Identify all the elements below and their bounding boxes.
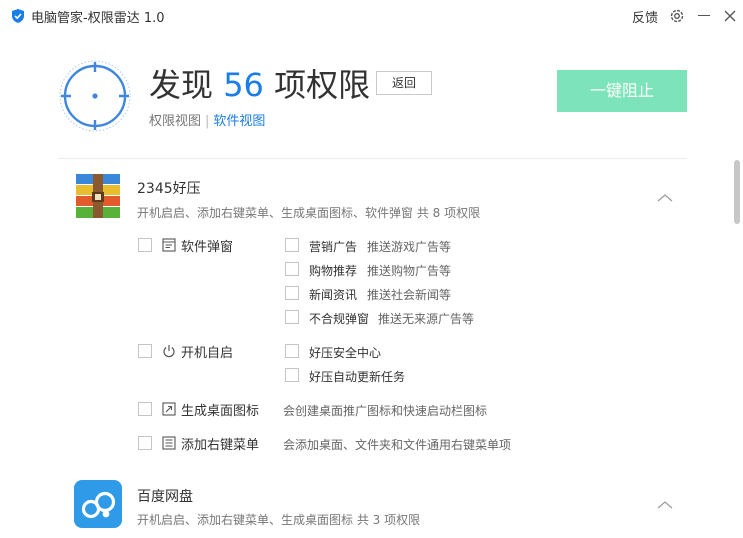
view-separator: | [205,114,210,129]
sub-permission-name: 新闻资讯 [309,288,358,302]
perm-label-desktop-icon: 生成桌面图标 [181,404,260,419]
sub-permission-name: 好压自动更新任务 [309,370,406,384]
sub-permission-desc: 推送游戏广告等 [367,240,452,254]
tab-software-view[interactable]: 软件视图 [213,114,265,129]
title-suffix: 项权限 [274,66,371,104]
permission-count: 56 [223,66,264,104]
shield-logo-icon [12,9,24,23]
power-icon [163,345,175,358]
app-permission-summary: 开机启启、添加右键菜单、生成桌面图标 共 3 项权限 [137,513,421,527]
app-permission-summary: 开机启启、添加右键菜单、生成桌面图标、软件弹窗 共 8 项权限 [137,206,481,220]
sub-permission-name: 购物推荐 [309,264,358,278]
perm-desc-desktop-icon: 会创建桌面推广图标和快速启动栏图标 [283,404,488,418]
baidu-netdisk-app-icon [74,480,122,528]
checkbox-security-center[interactable] [285,344,299,358]
checkbox-popup-group[interactable] [138,238,152,252]
block-all-button[interactable]: 一键阻止 [557,70,687,112]
view-switch: 权限视图 | 软件视图 [149,110,265,129]
app-name: 2345好压 [137,181,201,197]
back-button[interactable]: 返回 [376,71,432,95]
chevron-up-icon[interactable] [657,193,673,203]
popup-window-icon [162,238,176,252]
page-title: 发现 56 项权限 [149,60,370,106]
checkbox-shopping[interactable] [285,262,299,276]
sub-permission-name: 营销广告 [309,240,358,254]
checkbox-autostart-group[interactable] [138,344,152,358]
perm-label-popup: 软件弹窗 [181,240,234,255]
title-prefix: 发现 [149,66,214,104]
checkbox-news[interactable] [285,286,299,300]
perm-label-context-menu: 添加右键菜单 [181,438,260,453]
scrollbar-thumb[interactable] [734,160,740,224]
divider [58,158,687,159]
checkbox-noncompliant-popup[interactable] [285,310,299,324]
sub-permission-desc: 推送社会新闻等 [367,288,452,302]
title-bar: 电脑管家-权限雷达 1.0 反馈 [0,0,743,32]
sub-permission-name: 好压安全中心 [309,346,382,360]
gear-icon[interactable] [668,7,686,25]
feedback-link[interactable]: 反馈 [632,7,658,26]
minimize-icon[interactable] [698,15,710,16]
perm-label-autostart: 开机自启 [181,346,234,361]
checkbox-marketing-ads[interactable] [285,238,299,252]
checkbox-desktop-icon[interactable] [138,402,152,416]
archive-app-icon [76,174,120,218]
desktop-shortcut-icon [162,402,176,416]
context-menu-icon [162,436,176,450]
sub-permission-name: 不合规弹窗 [309,312,370,326]
sub-permission-desc: 推送购物广告等 [367,264,452,278]
sub-permission-desc: 推送无来源广告等 [378,312,475,326]
radar-icon [59,60,131,132]
tab-permission-view[interactable]: 权限视图 [149,114,201,129]
checkbox-context-menu[interactable] [138,436,152,450]
app-name: 百度网盘 [137,489,193,505]
checkbox-auto-update-task[interactable] [285,368,299,382]
window-title: 电脑管家-权限雷达 1.0 [31,11,165,26]
perm-desc-context-menu: 会添加桌面、文件夹和文件通用右键菜单项 [283,438,512,452]
chevron-up-icon[interactable] [657,500,673,510]
close-icon[interactable] [723,9,737,23]
